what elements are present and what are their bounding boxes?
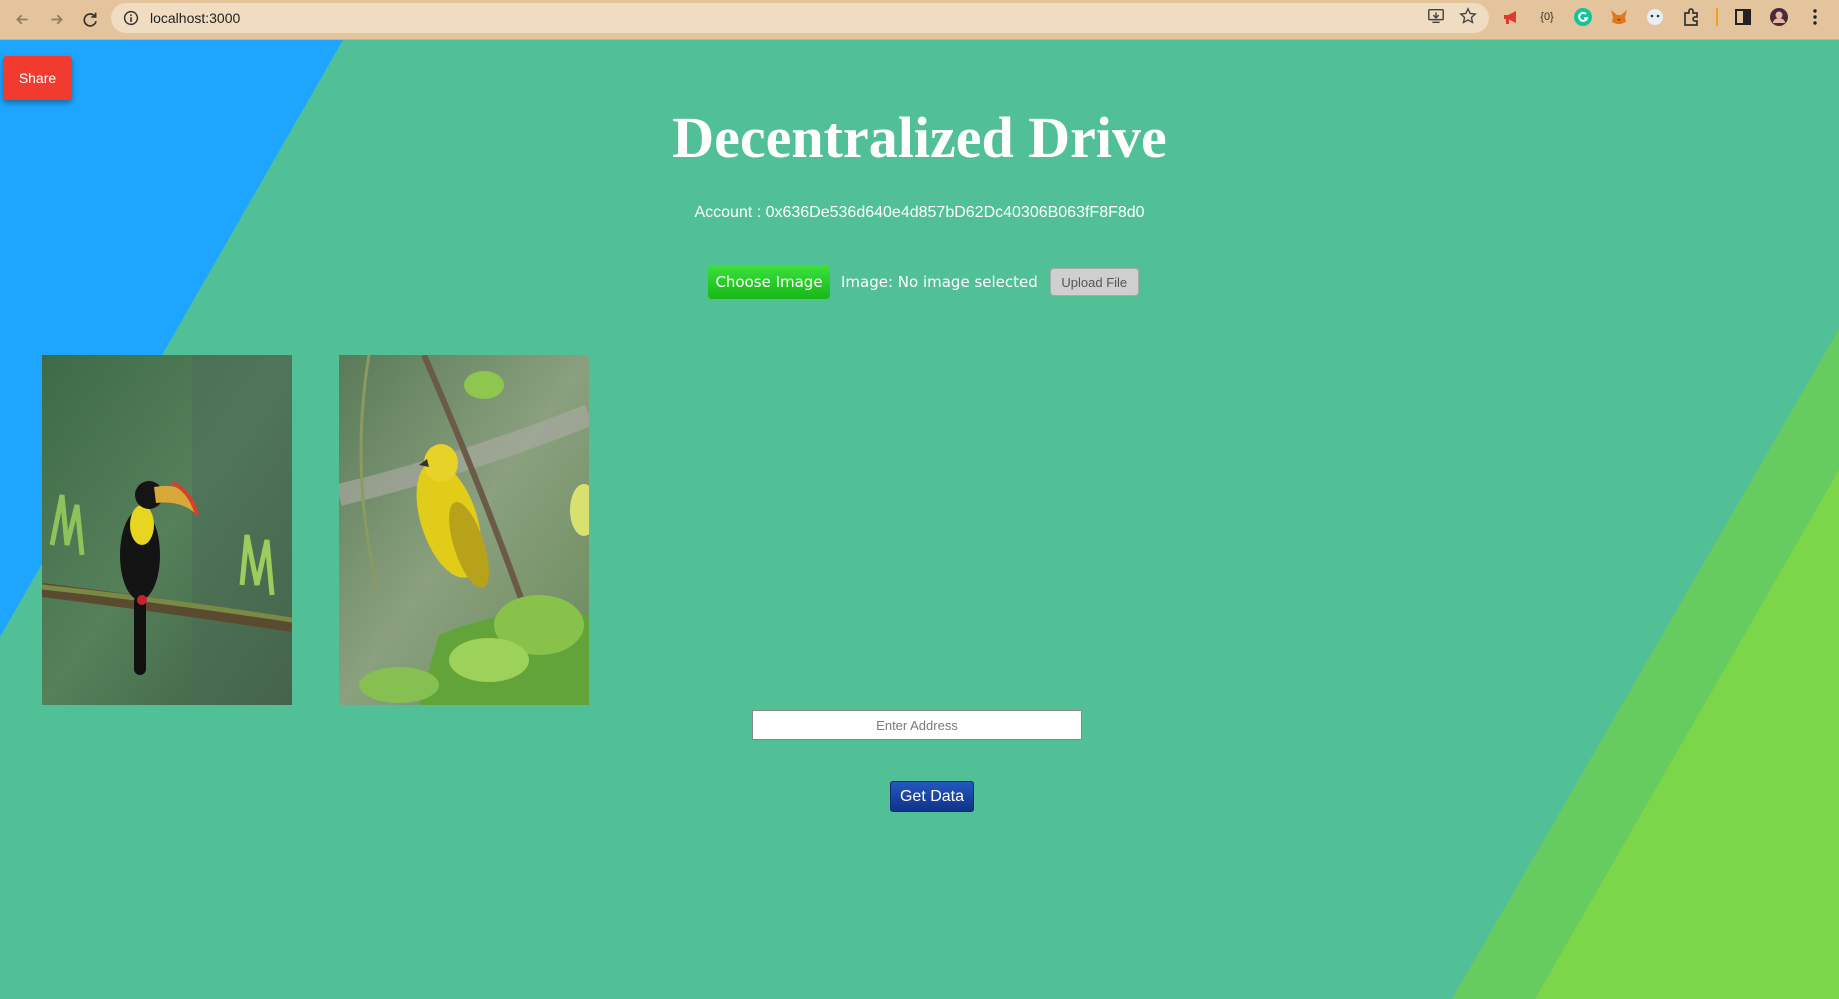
- profile-avatar[interactable]: [1768, 6, 1790, 28]
- yellow-bird-image[interactable]: [339, 355, 589, 705]
- browser-toolbar: localhost:3000 {0}: [0, 0, 1839, 40]
- url-text: localhost:3000: [150, 10, 241, 26]
- toolbar-separator: [1716, 8, 1718, 26]
- page-content: Share Decentralized Drive Account : 0x63…: [0, 40, 1839, 999]
- address-bar[interactable]: localhost:3000: [111, 3, 1489, 33]
- back-icon[interactable]: [10, 8, 34, 32]
- share-button[interactable]: Share: [3, 56, 72, 100]
- cartoon-extension-icon[interactable]: [1644, 6, 1666, 28]
- get-data-button[interactable]: Get Data: [890, 781, 974, 812]
- metamask-fox-icon[interactable]: [1608, 6, 1630, 28]
- extensions-bar: {0}: [1500, 0, 1826, 34]
- megaphone-extension-icon[interactable]: [1500, 6, 1522, 28]
- account-address: Account : 0x636De536d640e4d857bD62Dc4030…: [694, 204, 1145, 221]
- side-panel-icon[interactable]: [1732, 6, 1754, 28]
- more-menu-icon[interactable]: [1804, 6, 1826, 28]
- site-info-icon[interactable]: [122, 9, 140, 27]
- extensions-puzzle-icon[interactable]: [1680, 6, 1702, 28]
- install-app-icon[interactable]: [1427, 7, 1445, 30]
- address-input[interactable]: [752, 710, 1082, 740]
- bookmark-star-icon[interactable]: [1459, 6, 1477, 30]
- reload-icon[interactable]: [78, 8, 102, 32]
- upload-row: Choose Image Image: No image selected Up…: [708, 265, 1139, 299]
- page-title: Decentralized Drive: [672, 105, 1167, 170]
- forward-icon[interactable]: [44, 8, 68, 32]
- upload-file-button[interactable]: Upload File: [1049, 268, 1139, 296]
- choose-image-button[interactable]: Choose Image: [708, 265, 830, 299]
- grammarly-extension-icon[interactable]: [1572, 6, 1594, 28]
- image-status-text: Image: No image selected: [841, 273, 1038, 291]
- toucan-image[interactable]: [42, 355, 292, 705]
- bracket-extension-icon[interactable]: {0}: [1536, 6, 1558, 28]
- bracket-extension-label: {0}: [1540, 11, 1554, 23]
